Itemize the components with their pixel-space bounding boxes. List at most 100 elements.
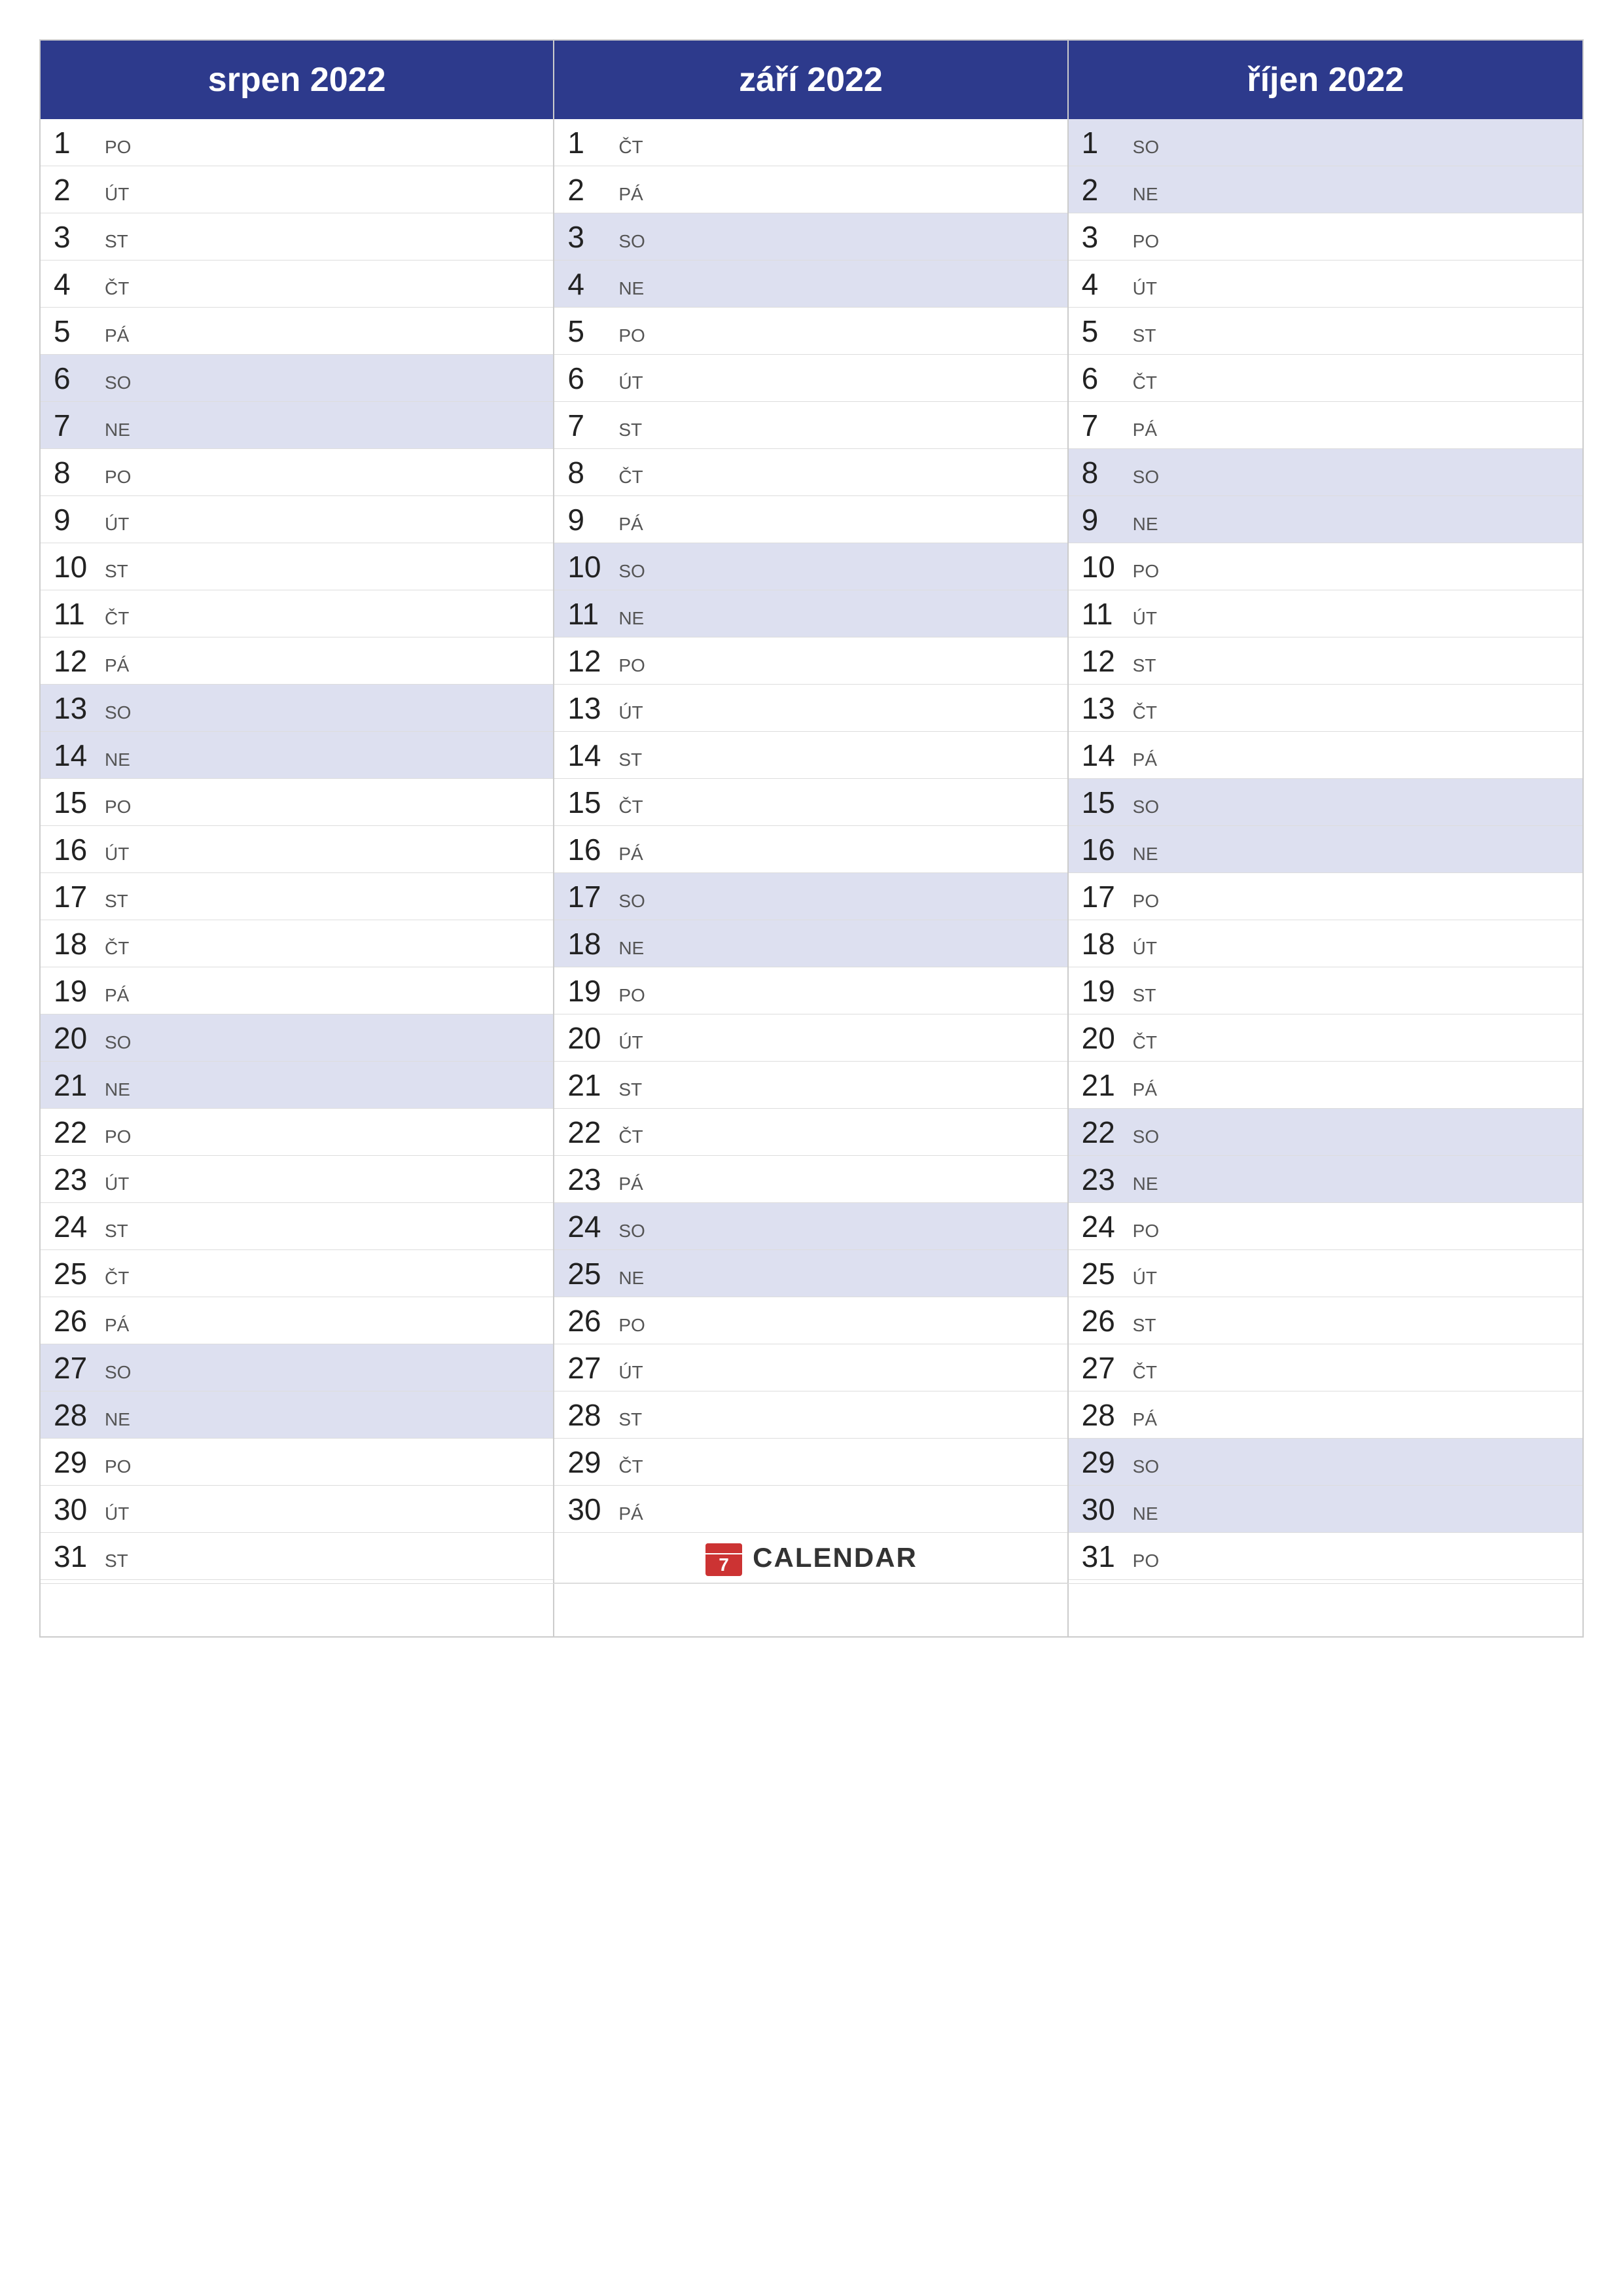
- day-number: 13: [54, 693, 99, 723]
- day-name: PÁ: [618, 1503, 643, 1527]
- day-name: ÚT: [1133, 1268, 1157, 1291]
- day-row: 6ÚT: [554, 355, 1067, 402]
- day-row: 24ST: [41, 1203, 553, 1250]
- day-number: 11: [54, 599, 99, 629]
- day-name: SO: [105, 1032, 131, 1056]
- month-column-0: 1PO2ÚT3ST4ČT5PÁ6SO7NE8PO9ÚT10ST11ČT12PÁ1…: [41, 119, 554, 1583]
- day-name: PO: [105, 797, 131, 820]
- day-name: ČT: [618, 137, 643, 160]
- day-number: 22: [1082, 1117, 1128, 1147]
- day-row: 24SO: [554, 1203, 1067, 1250]
- day-row: 22ČT: [554, 1109, 1067, 1156]
- day-row: 4NE: [554, 260, 1067, 308]
- days-grid: 1PO2ÚT3ST4ČT5PÁ6SO7NE8PO9ÚT10ST11ČT12PÁ1…: [41, 119, 1582, 1583]
- day-number: 2: [567, 175, 613, 205]
- day-number: 25: [1082, 1259, 1128, 1289]
- day-number: 29: [1082, 1447, 1128, 1477]
- day-name: SO: [1133, 467, 1159, 490]
- day-name: SO: [1133, 1456, 1159, 1480]
- day-row: 9ÚT: [41, 496, 553, 543]
- footer-row: [41, 1583, 1582, 1636]
- day-row: 4ČT: [41, 260, 553, 308]
- month-header-2: říjen 2022: [1069, 41, 1582, 119]
- day-number: 2: [1082, 175, 1128, 205]
- day-row-empty: 7CALENDAR: [554, 1533, 1067, 1583]
- day-row: 15SO: [1069, 779, 1582, 826]
- day-name: PO: [1133, 891, 1159, 914]
- day-row: 19ST: [1069, 967, 1582, 1014]
- day-number: 22: [567, 1117, 613, 1147]
- day-number: 13: [1082, 693, 1128, 723]
- day-name: ST: [105, 561, 128, 584]
- day-name: PO: [105, 467, 131, 490]
- day-row: 2NE: [1069, 166, 1582, 213]
- logo-area: 7CALENDAR: [567, 1538, 1054, 1577]
- day-row: 20ČT: [1069, 1014, 1582, 1062]
- day-number: 3: [567, 222, 613, 252]
- day-row: 14ST: [554, 732, 1067, 779]
- day-number: 9: [54, 505, 99, 535]
- day-row: 31PO: [1069, 1533, 1582, 1580]
- day-number: 23: [1082, 1164, 1128, 1194]
- day-number: 14: [54, 740, 99, 770]
- day-row: 13ČT: [1069, 685, 1582, 732]
- day-name: PO: [1133, 1551, 1159, 1574]
- day-number: 6: [567, 363, 613, 393]
- day-name: NE: [618, 608, 644, 632]
- day-name: PÁ: [618, 514, 643, 537]
- day-row: 5ST: [1069, 308, 1582, 355]
- day-name: ST: [618, 749, 642, 773]
- day-number: 30: [54, 1494, 99, 1524]
- day-row: 10PO: [1069, 543, 1582, 590]
- day-number: 30: [1082, 1494, 1128, 1524]
- day-number: 26: [567, 1306, 613, 1336]
- day-name: ČT: [105, 938, 129, 961]
- day-name: PO: [618, 325, 645, 349]
- day-number: 1: [567, 128, 613, 158]
- day-name: ST: [105, 891, 128, 914]
- day-row: 6ČT: [1069, 355, 1582, 402]
- day-name: ČT: [618, 1126, 643, 1150]
- day-name: ST: [1133, 1315, 1156, 1338]
- day-number: 26: [54, 1306, 99, 1336]
- day-row: 2ÚT: [41, 166, 553, 213]
- day-number: 18: [567, 929, 613, 959]
- day-name: ČT: [105, 278, 129, 302]
- day-row: 6SO: [41, 355, 553, 402]
- day-name: ČT: [618, 467, 643, 490]
- day-number: 17: [54, 882, 99, 912]
- day-name: PO: [618, 985, 645, 1009]
- day-number: 27: [1082, 1353, 1128, 1383]
- day-row: 21NE: [41, 1062, 553, 1109]
- day-number: 2: [54, 175, 99, 205]
- month-header-1: září 2022: [554, 41, 1068, 119]
- day-number: 21: [567, 1070, 613, 1100]
- day-number: 21: [1082, 1070, 1128, 1100]
- day-row: 23NE: [1069, 1156, 1582, 1203]
- day-name: PO: [1133, 561, 1159, 584]
- day-number: 8: [54, 457, 99, 488]
- header-row: srpen 2022září 2022říjen 2022: [41, 41, 1582, 119]
- day-name: ST: [618, 1409, 642, 1433]
- day-row: 13ÚT: [554, 685, 1067, 732]
- day-row: 17SO: [554, 873, 1067, 920]
- day-row: 14PÁ: [1069, 732, 1582, 779]
- day-name: SO: [1133, 797, 1159, 820]
- day-name: ČT: [105, 608, 129, 632]
- day-name: ST: [1133, 325, 1156, 349]
- day-row: 27ÚT: [554, 1344, 1067, 1391]
- day-name: ST: [105, 1551, 128, 1574]
- day-row: 27ČT: [1069, 1344, 1582, 1391]
- day-number: 12: [1082, 646, 1128, 676]
- day-number: 11: [1082, 599, 1128, 629]
- day-row: 10SO: [554, 543, 1067, 590]
- day-row: 29SO: [1069, 1439, 1582, 1486]
- day-name: NE: [105, 1409, 130, 1433]
- day-row: 27SO: [41, 1344, 553, 1391]
- day-number: 22: [54, 1117, 99, 1147]
- day-name: NE: [105, 1079, 130, 1103]
- day-row: 11ÚT: [1069, 590, 1582, 637]
- day-row: 8ČT: [554, 449, 1067, 496]
- day-row: 2PÁ: [554, 166, 1067, 213]
- day-number: 18: [54, 929, 99, 959]
